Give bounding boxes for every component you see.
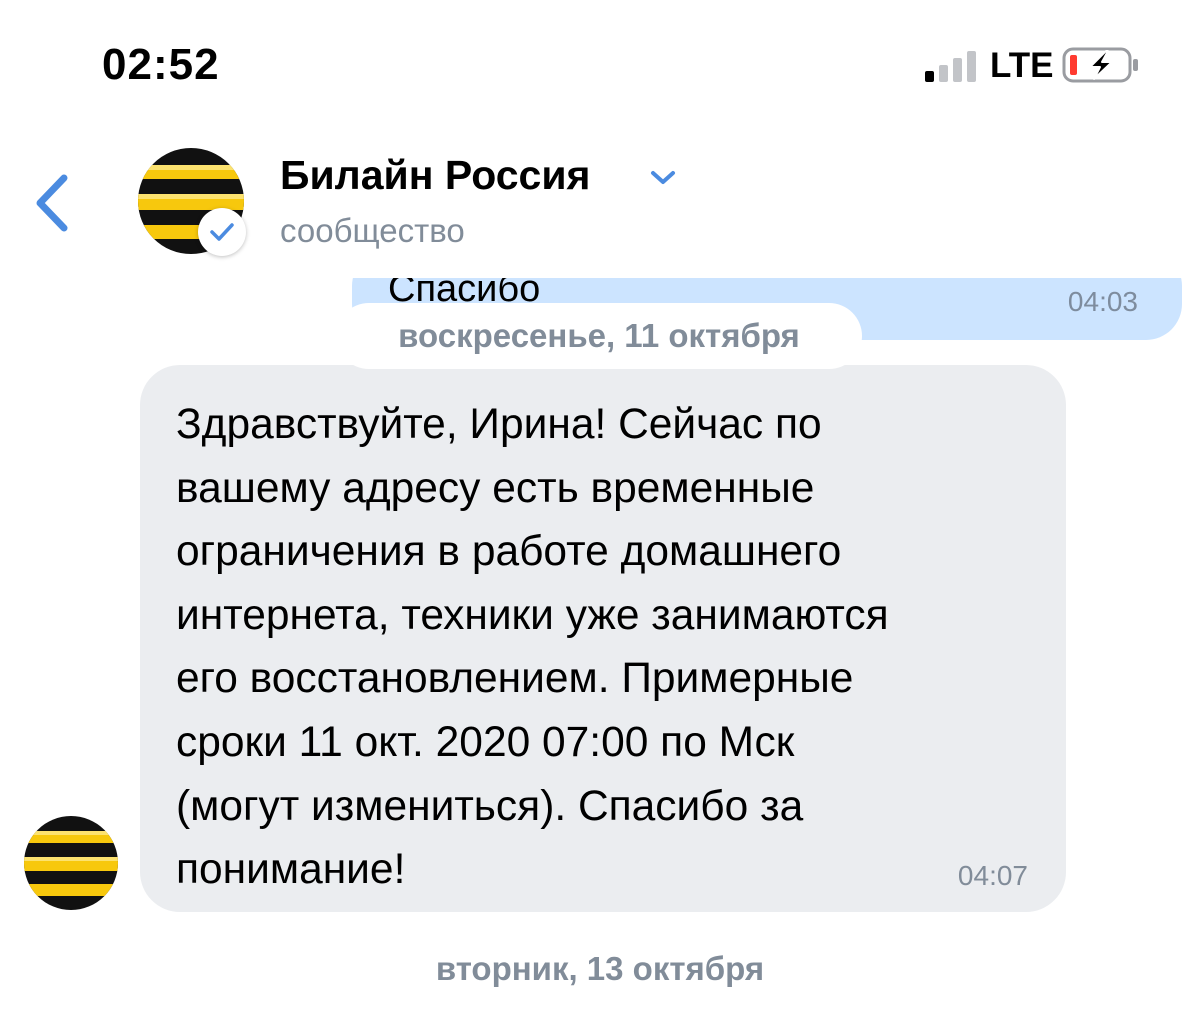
incoming-message-text: Здравствуйте, Ирина! Сейчас по вашему ад… — [176, 401, 889, 894]
community-type: сообщество — [280, 212, 465, 249]
sender-avatar[interactable] — [24, 816, 118, 910]
chevron-down-icon[interactable] — [648, 168, 678, 188]
status-bar: 02:52 LTE — [0, 0, 1200, 120]
checkmark-icon — [210, 223, 234, 241]
outgoing-message-time: 04:03 — [1067, 286, 1138, 317]
incoming-message-time: 04:07 — [957, 860, 1028, 891]
date-chip: воскресенье, 11 октября — [336, 303, 862, 369]
community-name[interactable]: Билайн Россия — [280, 152, 590, 199]
verified-badge — [198, 208, 246, 256]
conversation-header: Билайн Россия сообщество — [0, 120, 1200, 278]
network-type: LTE — [990, 46, 1054, 85]
cellular-signal-icon — [925, 50, 977, 82]
back-button[interactable] — [30, 170, 74, 236]
incoming-message-bubble[interactable]: Здравствуйте, Ирина! Сейчас по вашему ад… — [140, 365, 1066, 912]
date-separator: вторник, 13 октября — [435, 950, 765, 987]
battery-charging-icon — [1062, 47, 1138, 83]
status-time: 02:52 — [102, 40, 220, 89]
